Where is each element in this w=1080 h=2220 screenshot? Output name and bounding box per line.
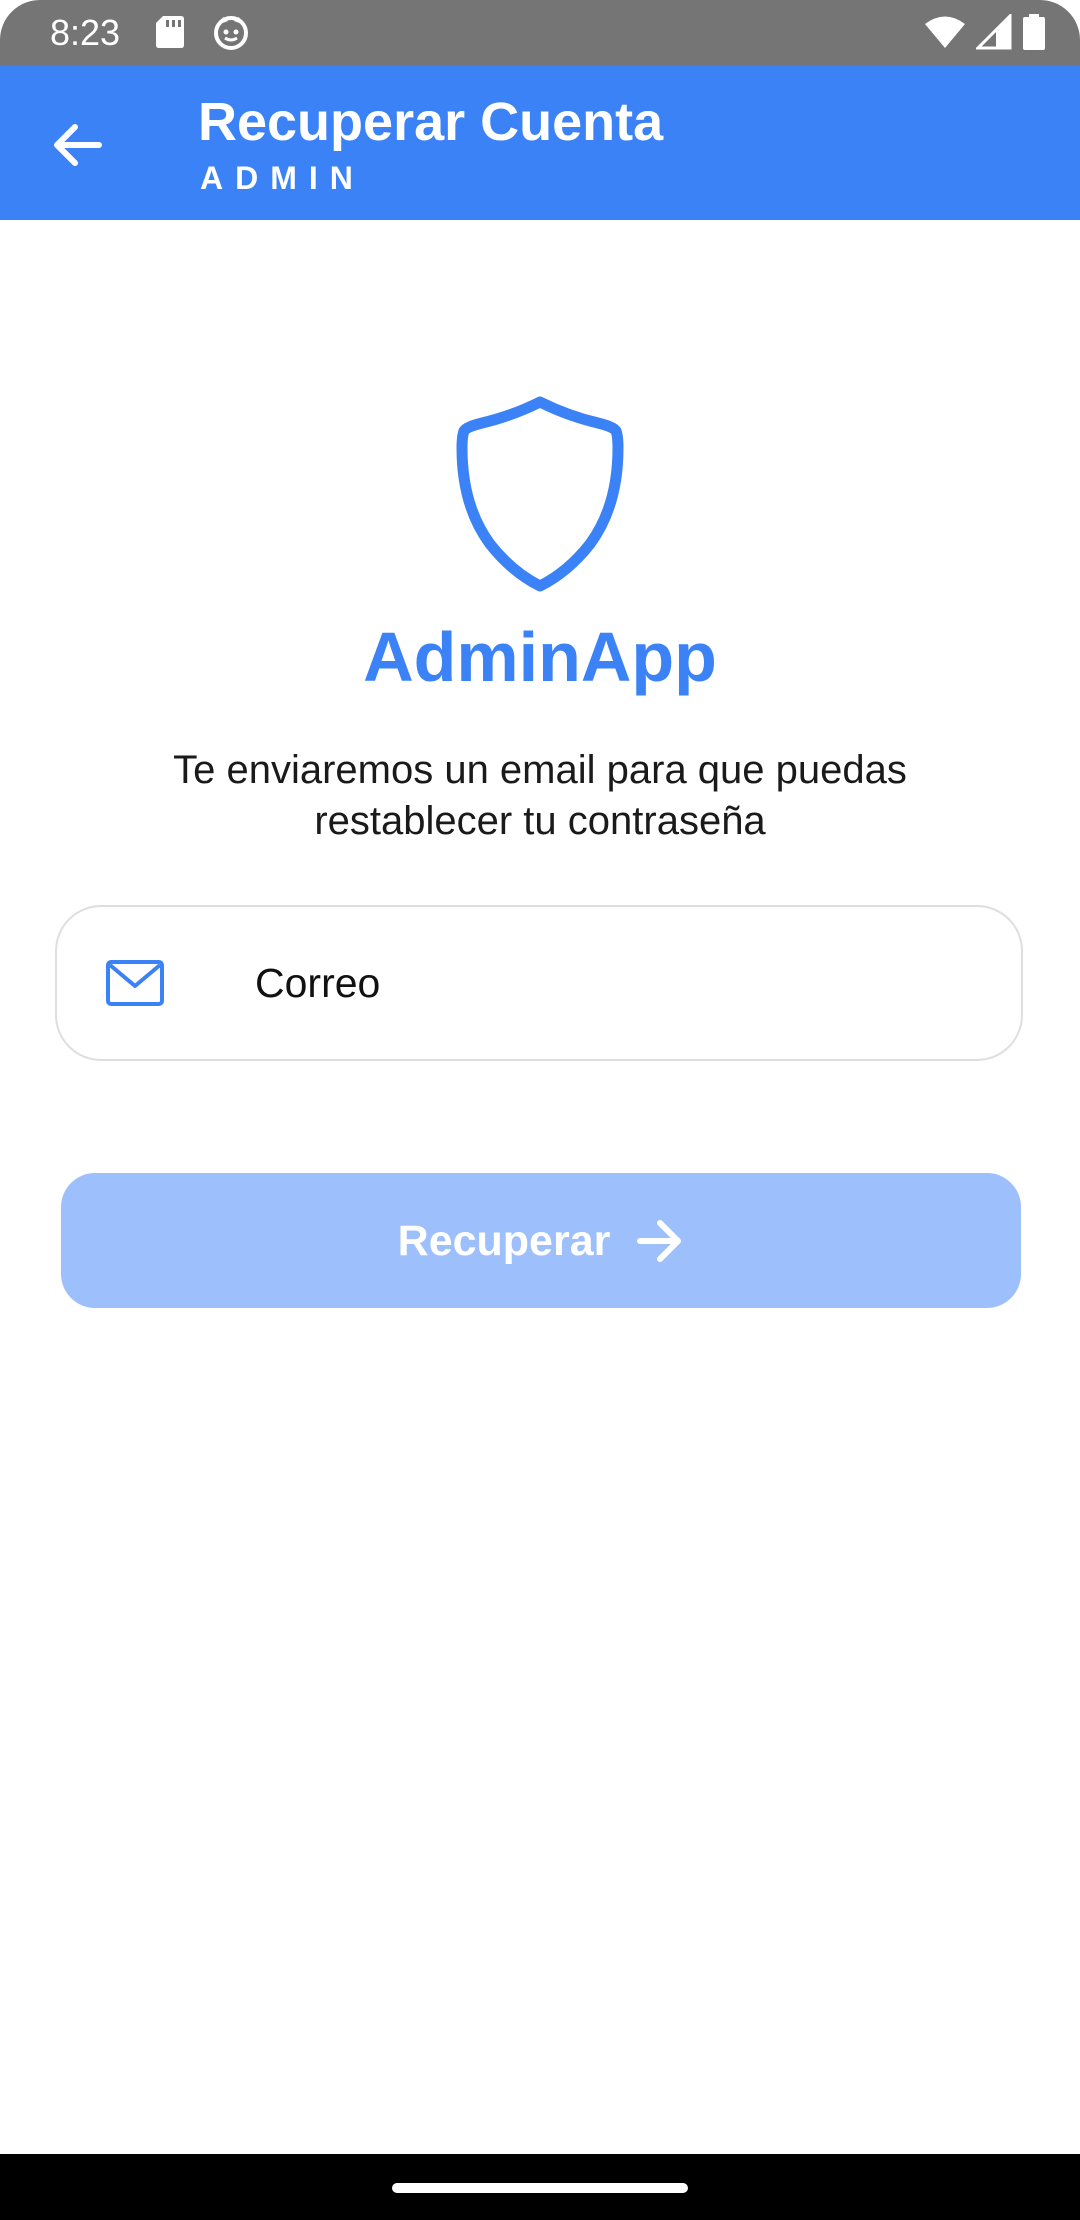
signal-icon	[976, 14, 1012, 50]
sd-card-icon	[156, 16, 184, 48]
status-right-icons	[924, 14, 1046, 50]
battery-icon	[1023, 14, 1045, 50]
status-bar: 8:23	[0, 0, 1080, 66]
recover-button[interactable]: Recuperar	[61, 1173, 1021, 1308]
brand-name: AdminApp	[363, 618, 717, 696]
app-bar: Recuperar Cuenta ADMIN	[0, 66, 1080, 220]
status-left-icons	[155, 14, 249, 50]
status-time: 8:23	[50, 12, 121, 53]
email-input[interactable]	[255, 955, 975, 1011]
email-field[interactable]	[55, 905, 1023, 1061]
system-nav-bar	[0, 2154, 1080, 2220]
cat-face-icon	[214, 16, 248, 50]
recover-account-screen: 8:23 Recuperar Cuenta ADMIN AdminApp Te …	[0, 0, 1080, 2220]
recover-button-label: Recuperar	[397, 1216, 611, 1265]
shield-icon	[456, 396, 624, 592]
page-subtitle: ADMIN	[200, 160, 365, 196]
arrow-back-icon	[54, 124, 102, 166]
mail-icon	[106, 960, 164, 1006]
arrow-right-icon	[637, 1219, 682, 1262]
wifi-icon	[925, 16, 965, 48]
page-title: Recuperar Cuenta	[198, 92, 664, 152]
home-indicator[interactable]	[392, 2183, 688, 2193]
instruction-text: Te enviaremos un email para que puedas r…	[173, 748, 907, 843]
back-button[interactable]	[34, 109, 120, 181]
